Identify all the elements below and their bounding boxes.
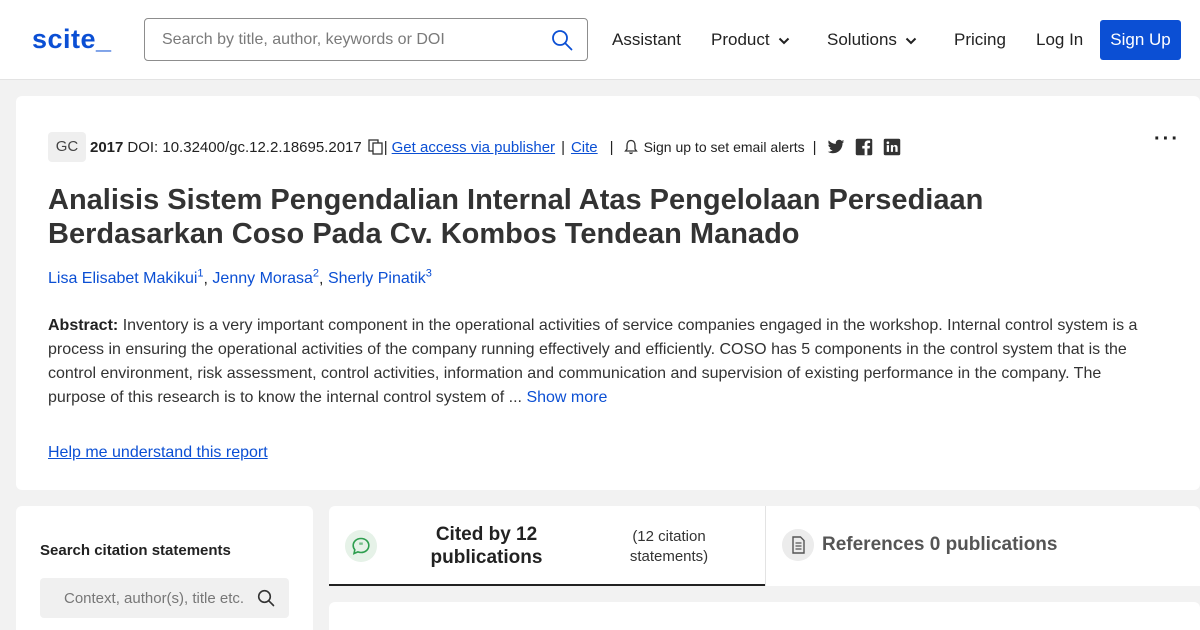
references-label: References 0 publications	[822, 534, 1058, 555]
article-title: Analisis Sistem Pengendalian Internal At…	[48, 184, 984, 250]
nav-assistant[interactable]: Assistant	[612, 30, 681, 50]
chevron-down-icon	[905, 37, 917, 44]
author-name: Lisa Elisabet Makikui	[48, 270, 198, 288]
abstract-label: Abstract:	[48, 317, 119, 334]
meta-separator: |	[609, 138, 614, 156]
author-link[interactable]: Sherly Pinatik3	[327, 268, 432, 288]
tab-cited-by[interactable]: " Cited by 12 publications (12 citation …	[329, 506, 765, 586]
citation-statements-count: (12 citation statements)	[629, 528, 709, 565]
citation-tabs: " Cited by 12 publications (12 citation …	[329, 506, 1200, 586]
bell-icon[interactable]	[623, 139, 638, 155]
citation-speech-icon: "	[345, 530, 377, 562]
nav-solutions[interactable]: Solutions	[827, 30, 917, 50]
copy-icon[interactable]	[368, 139, 384, 155]
document-icon	[782, 529, 814, 561]
signup-button[interactable]: Sign Up	[1100, 20, 1181, 60]
nav-product-label: Product	[711, 30, 770, 49]
linkedin-icon[interactable]	[883, 138, 901, 156]
author-list: Lisa Elisabet Makikui1, Jenny Morasa2, S…	[48, 268, 432, 288]
citation-search-title: Search citation statements	[40, 542, 231, 559]
tab-references[interactable]: References 0 publications	[766, 506, 1200, 586]
author-separator: ,	[319, 270, 328, 288]
journal-badge[interactable]: GC	[48, 132, 86, 162]
author-name: Jenny Morasa	[212, 270, 313, 288]
meta-separator: |	[383, 138, 388, 156]
meta-separator: |	[812, 138, 817, 156]
citation-search-box[interactable]	[40, 578, 289, 618]
author-link[interactable]: Lisa Elisabet Makikui1	[48, 268, 204, 288]
help-understand-link[interactable]: Help me understand this report	[48, 444, 268, 462]
cited-by-label: Cited by 12 publications	[430, 524, 543, 568]
top-header: scite_ Assistant Product Solutions Prici…	[0, 0, 1200, 80]
author-name: Sherly Pinatik	[327, 270, 426, 288]
citation-search-input[interactable]	[40, 578, 255, 618]
author-affiliation: 3	[425, 268, 432, 280]
show-more-link[interactable]: Show more	[526, 389, 607, 406]
doi-text: DOI: 10.32400/gc.12.2.18695.2017	[127, 138, 362, 156]
access-publisher-link[interactable]: Get access via publisher	[392, 139, 555, 156]
nav-product[interactable]: Product	[711, 30, 790, 50]
more-options-icon[interactable]: ···	[1154, 128, 1180, 151]
publication-year: 2017	[90, 138, 124, 156]
nav-solutions-label: Solutions	[827, 30, 897, 49]
search-box[interactable]	[144, 18, 588, 61]
article-card: GC 2017 DOI: 10.32400/gc.12.2.18695.2017…	[16, 96, 1200, 490]
abstract: Abstract: Inventory is a very important …	[48, 314, 1158, 410]
facebook-icon[interactable]	[855, 138, 873, 156]
nav-pricing[interactable]: Pricing	[954, 30, 1006, 50]
search-icon[interactable]	[551, 29, 573, 51]
search-input[interactable]	[145, 19, 535, 60]
chevron-down-icon	[778, 37, 789, 44]
meta-separator: |	[561, 138, 565, 156]
email-alert-link[interactable]: Sign up to set email alerts	[644, 139, 805, 155]
scite-logo[interactable]: scite_	[32, 24, 112, 55]
author-link[interactable]: Jenny Morasa2	[212, 268, 319, 288]
article-meta: GC 2017 DOI: 10.32400/gc.12.2.18695.2017…	[48, 132, 901, 162]
twitter-icon[interactable]	[827, 138, 845, 156]
search-icon[interactable]	[257, 589, 275, 607]
svg-text:": "	[359, 541, 363, 551]
login-link[interactable]: Log In	[1036, 30, 1083, 50]
cite-link[interactable]: Cite	[571, 139, 598, 156]
citation-search-panel: Search citation statements	[16, 506, 313, 630]
citations-list-card	[329, 602, 1200, 630]
